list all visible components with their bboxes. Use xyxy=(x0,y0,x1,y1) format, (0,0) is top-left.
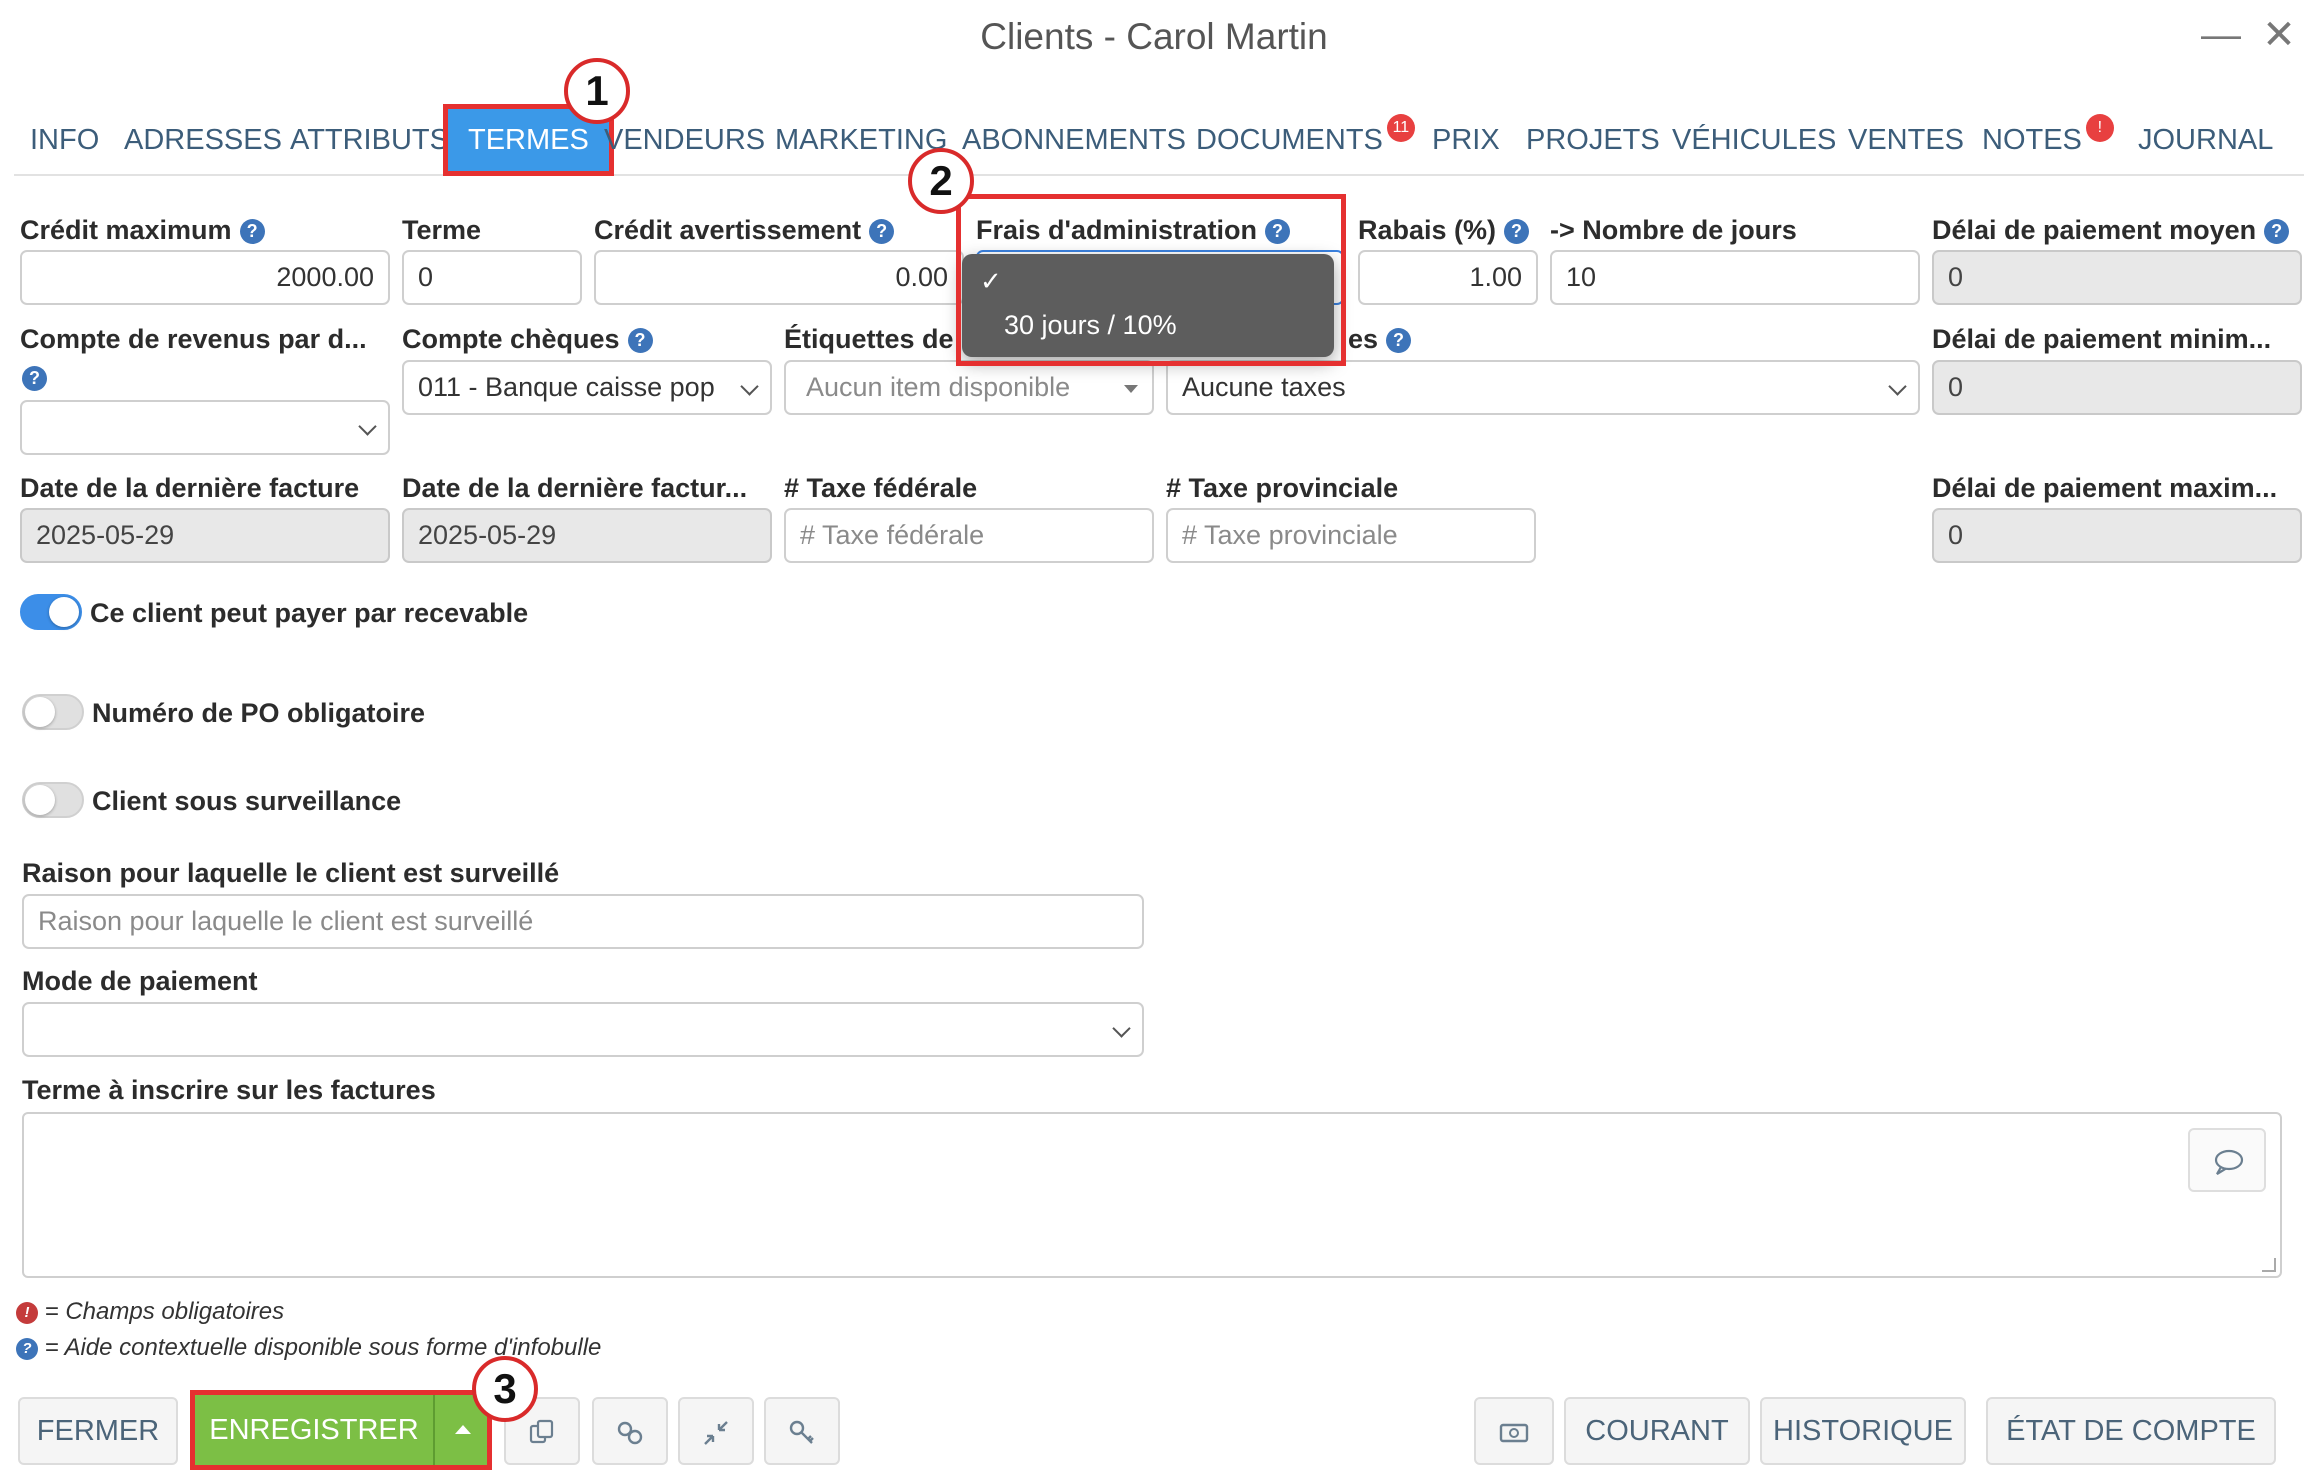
help-icon[interactable]: ? xyxy=(1386,328,1412,353)
credit-max-label: Crédit maximum? xyxy=(20,215,265,246)
taxe-provinciale-label: # Taxe provinciale xyxy=(1166,473,1399,503)
resize-grip-icon[interactable] xyxy=(2262,1258,2276,1272)
cash-button[interactable] xyxy=(1474,1397,1554,1465)
tab-bar: INFO ADRESSES ATTRIBUTS TERMES VENDEURS … xyxy=(14,104,2304,176)
speech-bubble-icon xyxy=(2214,1149,2244,1175)
help-icon[interactable]: ? xyxy=(1504,219,1530,244)
tab-vehicules[interactable]: VÉHICULES xyxy=(1672,104,1836,176)
nb-jours-input[interactable]: 10 xyxy=(1550,250,1920,305)
compress-icon xyxy=(704,1421,728,1445)
compte-revenus-select[interactable] xyxy=(20,400,390,455)
tab-journal[interactable]: JOURNAL xyxy=(2138,104,2273,176)
callout-1: 1 xyxy=(564,58,630,124)
rabais-label: Rabais (%)? xyxy=(1358,215,1530,246)
required-icon: ! xyxy=(16,1302,38,1324)
highlight-frais-admin xyxy=(956,194,1346,366)
help-icon[interactable]: ? xyxy=(2264,219,2290,244)
delai-min-input: 0 xyxy=(1932,360,2302,415)
copy-icon xyxy=(529,1419,554,1444)
key-icon xyxy=(789,1420,814,1444)
credit-avert-input[interactable]: 0.00 xyxy=(594,250,964,305)
delai-moyen-label: Délai de paiement moyen? xyxy=(1932,215,2290,246)
tab-ventes[interactable]: VENTES xyxy=(1848,104,1964,176)
link-icon xyxy=(617,1421,643,1445)
recevable-label: Ce client peut payer par recevable xyxy=(90,598,529,628)
po-label: Numéro de PO obligatoire xyxy=(92,698,426,728)
help-icon[interactable]: ? xyxy=(627,328,653,353)
tab-vendeurs[interactable]: VENDEURS xyxy=(604,104,765,176)
surveillance-label: Client sous surveillance xyxy=(92,786,402,816)
window-title: Clients - Carol Martin xyxy=(980,16,1328,57)
tab-info[interactable]: INFO xyxy=(30,104,99,176)
terme-factures-label: Terme à inscrire sur les factures xyxy=(22,1075,436,1105)
notes-alert-badge: ! xyxy=(2085,114,2114,142)
delai-max-label: Délai de paiement maxim... xyxy=(1932,473,2278,503)
enregistrer-button[interactable]: ENREGISTRER xyxy=(195,1395,433,1465)
minimize-icon[interactable]: — xyxy=(2196,10,2246,60)
toggle-knob xyxy=(49,597,79,627)
rabais-input[interactable]: 1.00 xyxy=(1358,250,1538,305)
terme-factures-textarea[interactable] xyxy=(22,1112,2282,1278)
raison-label: Raison pour laquelle le client est surve… xyxy=(22,858,560,888)
date-derniere-factur2-label: Date de la dernière factur... xyxy=(402,473,748,503)
credit-avert-label: Crédit avertissement? xyxy=(594,215,895,246)
taxe-federale-input[interactable]: # Taxe fédérale xyxy=(784,508,1154,563)
tab-documents[interactable]: DOCUMENTS 11 xyxy=(1196,104,1415,176)
etat-compte-button[interactable]: ÉTAT DE COMPTE xyxy=(1986,1397,2276,1465)
money-icon xyxy=(1499,1423,1529,1443)
date-derniere-facture-input: 2025-05-29 xyxy=(20,508,390,563)
courant-button[interactable]: COURANT xyxy=(1564,1397,1750,1465)
historique-button[interactable]: HISTORIQUE xyxy=(1760,1397,1966,1465)
surveillance-toggle[interactable] xyxy=(22,782,84,818)
credit-max-input[interactable]: 2000.00 xyxy=(20,250,390,305)
terme-label: Terme xyxy=(402,215,482,245)
link-button[interactable] xyxy=(592,1397,668,1465)
tab-attributs[interactable]: ATTRIBUTS xyxy=(290,104,449,176)
comment-button[interactable] xyxy=(2188,1128,2266,1192)
help-icon[interactable]: ? xyxy=(239,219,265,244)
mode-paiement-select[interactable] xyxy=(22,1002,1144,1057)
tab-projets[interactable]: PROJETS xyxy=(1526,104,1660,176)
etiquettes-label: Étiquettes de xyxy=(784,324,954,354)
help-icon[interactable]: ? xyxy=(22,366,47,391)
callout-2: 2 xyxy=(908,148,974,214)
enregistrer-split-button: ENREGISTRER xyxy=(190,1390,492,1470)
documents-count-badge: 11 xyxy=(1386,114,1415,142)
help-icon[interactable]: ? xyxy=(869,219,895,244)
help-icon: ? xyxy=(16,1338,38,1360)
delai-min-label: Délai de paiement minim... xyxy=(1932,324,2272,354)
mode-paiement-label: Mode de paiement xyxy=(22,966,258,996)
tab-adresses[interactable]: ADRESSES xyxy=(124,104,282,176)
po-toggle[interactable] xyxy=(22,694,84,730)
recevable-toggle[interactable] xyxy=(20,594,82,630)
raison-input[interactable]: Raison pour laquelle le client est surve… xyxy=(22,894,1144,949)
toggle-knob xyxy=(25,697,55,727)
tab-abonnements[interactable]: ABONNEMENTS xyxy=(962,104,1186,176)
date-derniere-factur2-input: 2025-05-29 xyxy=(402,508,772,563)
taxe-federale-label: # Taxe fédérale xyxy=(784,473,978,503)
key-button[interactable] xyxy=(764,1397,840,1465)
toggle-knob xyxy=(25,785,55,815)
fermer-button[interactable]: FERMER xyxy=(18,1397,178,1465)
compte-cheques-label: Compte chèques? xyxy=(402,324,653,355)
date-derniere-facture-label: Date de la dernière facture xyxy=(20,473,360,503)
title-bar: Clients - Carol Martin — ✕ xyxy=(0,0,2308,80)
tab-prix[interactable]: PRIX xyxy=(1432,104,1500,176)
terme-input[interactable]: 0 xyxy=(402,250,582,305)
etiquettes-select[interactable]: Aucun item disponible xyxy=(784,360,1154,415)
callout-3: 3 xyxy=(472,1356,538,1422)
taxes-select[interactable]: Aucune taxes xyxy=(1166,360,1920,415)
delai-max-input: 0 xyxy=(1932,508,2302,563)
taxes-label: es? xyxy=(1348,324,1412,355)
collapse-button[interactable] xyxy=(678,1397,754,1465)
nb-jours-label: -> Nombre de jours xyxy=(1550,215,1797,245)
tab-notes[interactable]: NOTES! xyxy=(1982,104,2114,176)
close-icon[interactable]: ✕ xyxy=(2254,10,2304,60)
compte-cheques-select[interactable]: 011 - Banque caisse pop xyxy=(402,360,772,415)
taxe-provinciale-input[interactable]: # Taxe provinciale xyxy=(1166,508,1536,563)
legend-required: ! = Champs obligatoires xyxy=(16,1298,284,1326)
delai-moyen-input: 0 xyxy=(1932,250,2302,305)
compte-revenus-label: Compte de revenus par d... xyxy=(20,324,367,354)
